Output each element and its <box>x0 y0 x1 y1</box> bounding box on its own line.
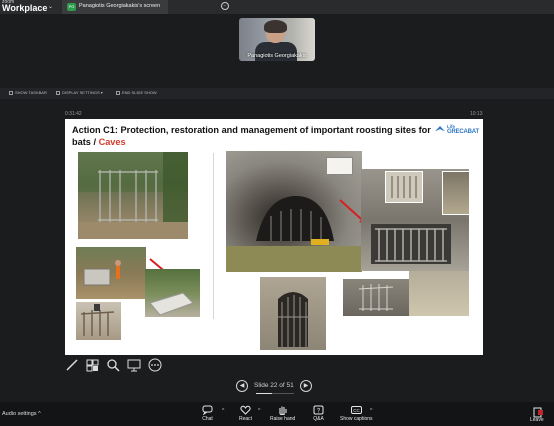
logo-line-2: GRECABAT <box>447 129 479 135</box>
portal-graphic <box>278 292 308 347</box>
leave-icon <box>531 405 543 418</box>
participant-name: Panagiotis Georgiakakis <box>247 53 307 59</box>
slide-title: Action C1: Protection, restoration and m… <box>72 124 432 148</box>
screen-share-tab[interactable]: PG Panagiotis Georgiakakis's screen − <box>62 0 229 14</box>
show-taskbar-button[interactable]: SHOW TASKBAR <box>9 90 47 95</box>
chevron-down-icon[interactable]: ⌄ <box>48 3 53 10</box>
show-captions-label: Show captions <box>340 416 373 422</box>
inset-bars-graphic <box>391 176 417 198</box>
door-exit-icon <box>533 407 543 418</box>
captions-icon: CC <box>350 406 362 414</box>
current-slide: Action C1: Protection, restoration and m… <box>65 119 483 355</box>
presenter-toolbar: SHOW TASKBAR DISPLAY SETTINGS ▾ END SLID… <box>0 88 554 99</box>
react-label: React <box>239 416 253 422</box>
photo-side-gate <box>343 279 409 316</box>
pen-icon[interactable] <box>65 358 79 372</box>
zoom-icon[interactable] <box>106 358 120 372</box>
slide-title-main: Action C1: Protection, restoration and m… <box>72 125 431 147</box>
bat-logo-icon <box>435 126 445 132</box>
audio-settings-label: Audio settings <box>2 411 37 417</box>
qa-icon: ? <box>313 405 324 415</box>
more-icon[interactable] <box>148 358 162 372</box>
slide-progress-track <box>256 393 294 394</box>
chat-button[interactable]: Chat <box>202 405 213 422</box>
slide-navigation: ◀ Slide 22 of 51 ▶ <box>236 379 316 395</box>
next-slide-button[interactable]: ▶ <box>300 380 312 392</box>
show-captions-button[interactable]: CC Show captions <box>340 405 373 422</box>
photo-concrete-slab <box>145 269 200 317</box>
display-settings-label: DISPLAY SETTINGS ▾ <box>62 90 103 95</box>
slide-counter: Slide 22 of 51 <box>254 382 294 389</box>
participant-hair <box>264 20 287 33</box>
slideshow-icon <box>116 91 120 95</box>
side-gate-graphic <box>358 284 394 311</box>
leave-button[interactable]: Leave <box>530 405 544 423</box>
meeting-controls: Audio settings ^ Chat ^ React ^ Raise ha… <box>0 402 554 426</box>
previous-slide-button[interactable]: ◀ <box>236 380 248 392</box>
photo-gated-cave-entrance <box>78 152 188 239</box>
chevron-up-icon: ^ <box>38 411 41 417</box>
display-settings-button[interactable]: DISPLAY SETTINGS ▾ <box>56 90 103 95</box>
svg-text:CC: CC <box>353 408 360 413</box>
slab-graphic <box>149 292 194 316</box>
slide-title-accent: Caves <box>98 137 126 147</box>
top-bar: zoom Workplace ⌄ PG Panagiotis Georgiaka… <box>0 0 554 14</box>
app-title[interactable]: Workplace <box>2 3 47 13</box>
slide-divider <box>213 153 214 319</box>
life-grecabat-logo: Life GRECABAT <box>435 124 479 138</box>
information-sign <box>326 157 353 175</box>
raise-hand-icon <box>279 406 287 415</box>
minus-circle-icon[interactable]: − <box>221 2 229 10</box>
photo-rocky-ground <box>409 271 469 316</box>
qa-button[interactable]: ? Q&A <box>313 405 324 422</box>
chat-icon <box>202 405 213 415</box>
captions-options-chevron-icon[interactable]: ^ <box>370 408 372 414</box>
photo-inset-post <box>442 171 470 215</box>
gate-bars-graphic <box>78 152 188 239</box>
react-button[interactable]: React <box>239 405 252 422</box>
all-slides-icon[interactable] <box>85 358 99 372</box>
photo-worker-site <box>76 247 146 299</box>
elapsed-timer: 0:31:42 <box>65 111 82 117</box>
heart-icon <box>240 405 251 415</box>
photo-stone-portal <box>260 277 326 350</box>
raise-hand-button[interactable]: Raise hand <box>270 405 295 422</box>
react-options-chevron-icon[interactable]: ^ <box>258 408 260 414</box>
end-slide-show-label: END SLIDE SHOW <box>122 90 157 95</box>
participant-video-tile[interactable]: Panagiotis Georgiakakis <box>239 18 315 61</box>
show-taskbar-label: SHOW TASKBAR <box>15 90 47 95</box>
screen-share-tab-label: Panagiotis Georgiakakis's screen <box>79 3 161 9</box>
photo-metal-frame <box>76 302 121 340</box>
end-slide-show-button[interactable]: END SLIDE SHOW <box>116 90 157 95</box>
clock: 10:13 <box>470 111 483 117</box>
monitor-icon <box>9 91 13 95</box>
frame-graphic <box>80 304 115 336</box>
site-graphic <box>83 260 121 286</box>
share-avatar-icon: PG <box>67 3 76 11</box>
settings-icon <box>56 91 60 95</box>
photo-inset-bars <box>385 171 423 203</box>
raise-hand-label: Raise hand <box>270 416 296 422</box>
chat-options-chevron-icon[interactable]: ^ <box>222 408 224 414</box>
monitor-icon[interactable] <box>127 358 141 372</box>
qa-label: Q&A <box>313 416 324 422</box>
chat-label: Chat <box>202 416 213 422</box>
slide-progress-fill <box>256 393 273 394</box>
audio-settings-button[interactable]: Audio settings ^ <box>2 411 41 417</box>
